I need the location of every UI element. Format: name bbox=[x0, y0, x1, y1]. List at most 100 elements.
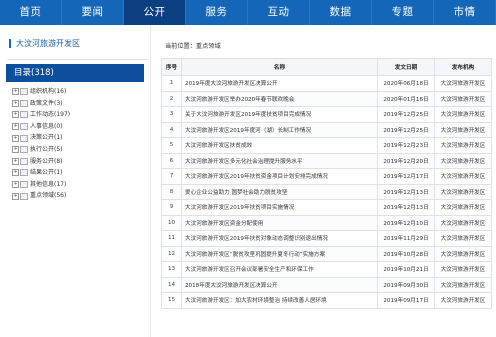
cell-date: 2019年12月23日 bbox=[377, 137, 435, 154]
cell-title[interactable]: 爱心企业公益助力 圆梦社会助力脱贫攻坚 bbox=[181, 183, 378, 200]
tree-item-label: 工作动态(197) bbox=[30, 111, 71, 119]
table-row: 3 关于大汶河旅游开发区2019年度扶贫项目完成情况 2019年12月25日 大汶河旅… bbox=[161, 106, 492, 123]
cell-date: 2020年01月16日 bbox=[377, 90, 435, 107]
expand-icon[interactable]: + bbox=[12, 192, 19, 200]
folder-icon bbox=[20, 111, 28, 119]
table-row: 2 大汶河旅游开发区举办2020年春节联欢晚会 2020年01月16日 大汶河旅游开发… bbox=[161, 90, 492, 107]
nav-item[interactable]: 公开 bbox=[124, 0, 186, 25]
cell-org: 大汶河旅游开发区 bbox=[434, 106, 492, 123]
cell-title[interactable]: 大汶河旅游开发区2019年度河（湖）长制工作情况 bbox=[181, 121, 378, 138]
cell-num: 15 bbox=[161, 292, 182, 309]
table-row: 4 大汶河旅游开发区2019年度河（湖）长制工作情况 2019年12月25日 大汶河旅… bbox=[161, 121, 492, 138]
cell-title[interactable]: 大汶河旅游开发区多元化社会治理提升服务水平 bbox=[181, 152, 378, 169]
cell-num: 9 bbox=[161, 199, 182, 216]
cell-title[interactable]: 大汶河旅游开发区：加大农村环境整治 持续改善人居环境 bbox=[181, 292, 378, 309]
table-row: 13 大汶河旅游开发区召开会议部署安全生产和环保工作 2019年10月21日 大汶河旅… bbox=[161, 261, 492, 278]
tree-item-label: 服务公开(8) bbox=[30, 157, 63, 165]
cell-org: 大汶河旅游开发区 bbox=[434, 183, 492, 200]
document-table: 序号 名称 发文日期 发布机构 1 2019年度大汶河旅游开发区决算公开 2020年… bbox=[161, 58, 492, 309]
cell-title[interactable]: 大汶河旅游开发区2019年扶贫项目实施情况 bbox=[181, 199, 378, 216]
tree-item-label: 决策公开(1) bbox=[30, 134, 63, 142]
cell-org: 大汶河旅游开发区 bbox=[434, 292, 492, 309]
cell-date: 2019年12月25日 bbox=[377, 121, 435, 138]
cell-title[interactable]: 2019年度大汶河旅游开发区决算公开 bbox=[181, 75, 378, 92]
cell-num: 13 bbox=[161, 261, 182, 278]
expand-icon[interactable]: + bbox=[12, 146, 19, 154]
nav-item[interactable]: 要闻 bbox=[62, 0, 124, 25]
table-row: 8 爱心企业公益助力 圆梦社会助力脱贫攻坚 2019年12月13日 大汶河旅游开发区 bbox=[161, 183, 492, 200]
nav-item[interactable]: 专题 bbox=[372, 0, 434, 25]
cell-title[interactable]: 大汶河旅游开发区“脱贫攻坚巩固提升夏冬行动”实施方案 bbox=[181, 245, 378, 262]
cell-title[interactable]: 关于大汶河旅游开发区2019年度扶贫项目完成情况 bbox=[181, 106, 378, 123]
cell-date: 2019年10月28日 bbox=[377, 245, 435, 262]
nav-item[interactable]: 市情 bbox=[434, 0, 496, 25]
cell-title[interactable]: 大汶河旅游开发区2019年扶贫对象动态调整识别退出情况 bbox=[181, 230, 378, 247]
table-row: 5 大汶河旅游开发区扶贫成效 2019年12月23日 大汶河旅游开发区 bbox=[161, 137, 492, 154]
tree-item[interactable]: + 结果公开(1) bbox=[12, 167, 146, 179]
cell-date: 2019年12月13日 bbox=[377, 183, 435, 200]
table-row: 6 大汶河旅游开发区多元化社会治理提升服务水平 2019年12月20日 大汶河旅游开发… bbox=[161, 152, 492, 169]
cell-title[interactable]: 大汶河旅游开发区召开会议部署安全生产和环保工作 bbox=[181, 261, 378, 278]
cell-num: 6 bbox=[161, 152, 182, 169]
folder-icon bbox=[20, 169, 28, 177]
cell-num: 4 bbox=[161, 121, 182, 138]
col-header-title: 名称 bbox=[181, 58, 378, 76]
cell-num: 7 bbox=[161, 168, 182, 185]
cell-title[interactable]: 2018年度大汶河旅游开发区决算公开 bbox=[181, 276, 378, 293]
nav-item[interactable]: 数据 bbox=[310, 0, 372, 25]
tree-item[interactable]: + 服务公开(8) bbox=[12, 156, 146, 168]
tree-item[interactable]: + 政策文件(3) bbox=[12, 98, 146, 110]
nav-item[interactable]: 互动 bbox=[248, 0, 310, 25]
category-tree: + 组织机构(16) + 政策文件(3) + 工作动态(197) + 人事信息(0) + 决策公开… bbox=[12, 86, 146, 202]
cell-num: 10 bbox=[161, 214, 182, 231]
tree-item-label: 政策文件(3) bbox=[30, 99, 63, 107]
expand-icon[interactable]: + bbox=[12, 123, 19, 131]
cell-num: 14 bbox=[161, 276, 182, 293]
catalog-header[interactable]: 目录(318) bbox=[6, 64, 144, 82]
expand-icon[interactable]: + bbox=[12, 134, 19, 142]
cell-num: 11 bbox=[161, 230, 182, 247]
cell-date: 2019年10月21日 bbox=[377, 261, 435, 278]
expand-icon[interactable]: + bbox=[12, 169, 19, 177]
tree-item-label: 其他信息(17) bbox=[30, 180, 67, 188]
tree-item-label: 组织机构(16) bbox=[30, 88, 67, 95]
cell-title[interactable]: 大汶河旅游开发区资金分配使用 bbox=[181, 214, 378, 231]
folder-icon bbox=[20, 146, 28, 154]
tree-item[interactable]: + 其他信息(17) bbox=[12, 179, 146, 191]
cell-org: 大汶河旅游开发区 bbox=[434, 75, 492, 92]
folder-icon bbox=[20, 123, 28, 131]
expand-icon[interactable]: + bbox=[12, 111, 19, 119]
tree-item-label: 执行公开(5) bbox=[30, 145, 63, 153]
table-row: 7 大汶河旅游开发区2019年扶贫资金项目计划安排完成情况 2019年12月17日大… bbox=[161, 168, 492, 185]
tree-item[interactable]: + 决策公开(1) bbox=[12, 132, 146, 144]
tree-item[interactable]: + 重点领域(56) bbox=[12, 190, 146, 202]
cell-title[interactable]: 大汶河旅游开发区2019年扶贫资金项目计划安排完成情况 bbox=[181, 168, 378, 185]
cell-org: 大汶河旅游开发区 bbox=[434, 230, 492, 247]
cell-title[interactable]: 大汶河旅游开发区扶贫成效 bbox=[181, 137, 378, 154]
tree-item[interactable]: + 工作动态(197) bbox=[12, 109, 146, 121]
tree-item[interactable]: + 执行公开(5) bbox=[12, 144, 146, 156]
cell-org: 大汶河旅游开发区 bbox=[434, 137, 492, 154]
sidebar: 大汶河旅游开发区 目录(318) + 组织机构(16) + 政策文件(3) + 工作动态(… bbox=[0, 25, 151, 337]
cell-num: 12 bbox=[161, 245, 182, 262]
cell-date: 2020年06月18日 bbox=[377, 75, 435, 92]
nav-item[interactable]: 服务 bbox=[186, 0, 248, 25]
expand-icon[interactable]: + bbox=[12, 157, 19, 165]
folder-icon bbox=[20, 99, 28, 107]
cell-num: 1 bbox=[161, 75, 182, 92]
cell-num: 5 bbox=[161, 137, 182, 154]
folder-icon bbox=[20, 181, 28, 189]
expand-icon[interactable]: + bbox=[12, 88, 19, 96]
cell-org: 大汶河旅游开发区 bbox=[434, 261, 492, 278]
cell-org: 大汶河旅游开发区 bbox=[434, 276, 492, 293]
cell-title[interactable]: 大汶河旅游开发区举办2020年春节联欢晚会 bbox=[181, 90, 378, 107]
col-header-date: 发文日期 bbox=[377, 58, 435, 76]
cell-org: 大汶河旅游开发区 bbox=[434, 168, 492, 185]
nav-item[interactable]: 首页 bbox=[0, 0, 62, 25]
tree-item[interactable]: + 组织机构(16) bbox=[12, 86, 146, 98]
expand-icon[interactable]: + bbox=[12, 99, 19, 107]
tree-item[interactable]: + 人事信息(0) bbox=[12, 121, 146, 133]
expand-icon[interactable]: + bbox=[12, 181, 19, 189]
cell-org: 大汶河旅游开发区 bbox=[434, 214, 492, 231]
folder-icon bbox=[20, 134, 28, 142]
